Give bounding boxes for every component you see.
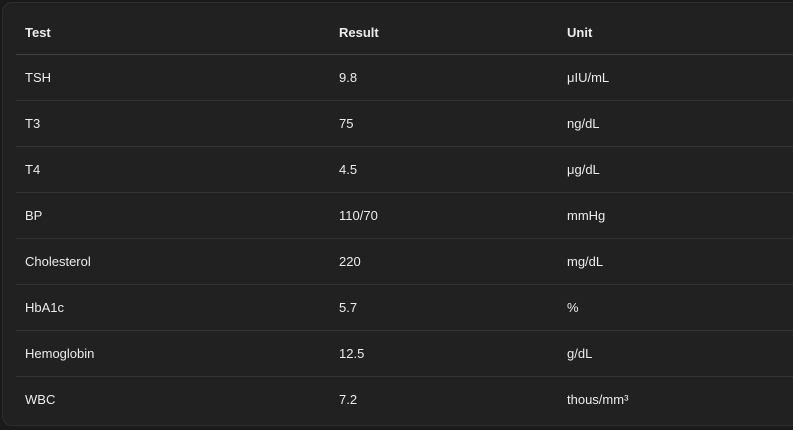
- header-unit: Unit: [558, 10, 793, 55]
- cell-result: 4.5: [330, 146, 558, 193]
- cell-test: Cholesterol: [16, 238, 330, 285]
- cell-result: 12.5: [330, 330, 558, 377]
- table-row: BP 110/70 mmHg: [16, 192, 793, 239]
- header-result: Result: [330, 10, 558, 55]
- table-row: T3 75 ng/dL: [16, 100, 793, 147]
- cell-result: 110/70: [330, 192, 558, 239]
- cell-unit: mg/dL: [558, 238, 793, 285]
- cell-test: T4: [16, 146, 330, 193]
- table-row: WBC 7.2 thous/mm³: [16, 377, 793, 423]
- cell-result: 75: [330, 100, 558, 147]
- table-row: HbA1c 5.7 %: [16, 284, 793, 331]
- table-header-row: Test Result Unit: [16, 10, 793, 55]
- cell-unit: %: [558, 284, 793, 331]
- header-test: Test: [16, 10, 330, 55]
- cell-unit: mmHg: [558, 192, 793, 239]
- cell-result: 220: [330, 238, 558, 285]
- cell-test: WBC: [25, 392, 56, 407]
- cell-result: 9.8: [330, 54, 558, 101]
- cell-test: T3: [16, 100, 330, 147]
- cell-unit: μIU/mL: [558, 54, 793, 101]
- cell-result: 5.7: [330, 284, 558, 331]
- cell-unit: ng/dL: [558, 100, 793, 147]
- cell-unit: μg/dL: [558, 146, 793, 193]
- lab-results-table: Test Result Unit TSH 9.8 μIU/mL T3 75 ng…: [16, 10, 793, 422]
- table-row: T4 4.5 μg/dL: [16, 146, 793, 193]
- cell-result: 7.2: [339, 392, 358, 407]
- cell-test: HbA1c: [16, 284, 330, 331]
- table-row: Cholesterol 220 mg/dL: [16, 238, 793, 285]
- table-row: Hemoglobin 12.5 g/dL: [16, 330, 793, 377]
- cell-test: Hemoglobin: [16, 330, 330, 377]
- table-row: TSH 9.8 μIU/mL: [16, 54, 793, 101]
- cell-unit: g/dL: [558, 330, 793, 377]
- cell-test: TSH: [16, 54, 330, 101]
- results-table-card: Test Result Unit TSH 9.8 μIU/mL T3 75 ng…: [2, 2, 793, 426]
- cell-unit: thous/mm³: [567, 392, 629, 407]
- cell-test: BP: [16, 192, 330, 239]
